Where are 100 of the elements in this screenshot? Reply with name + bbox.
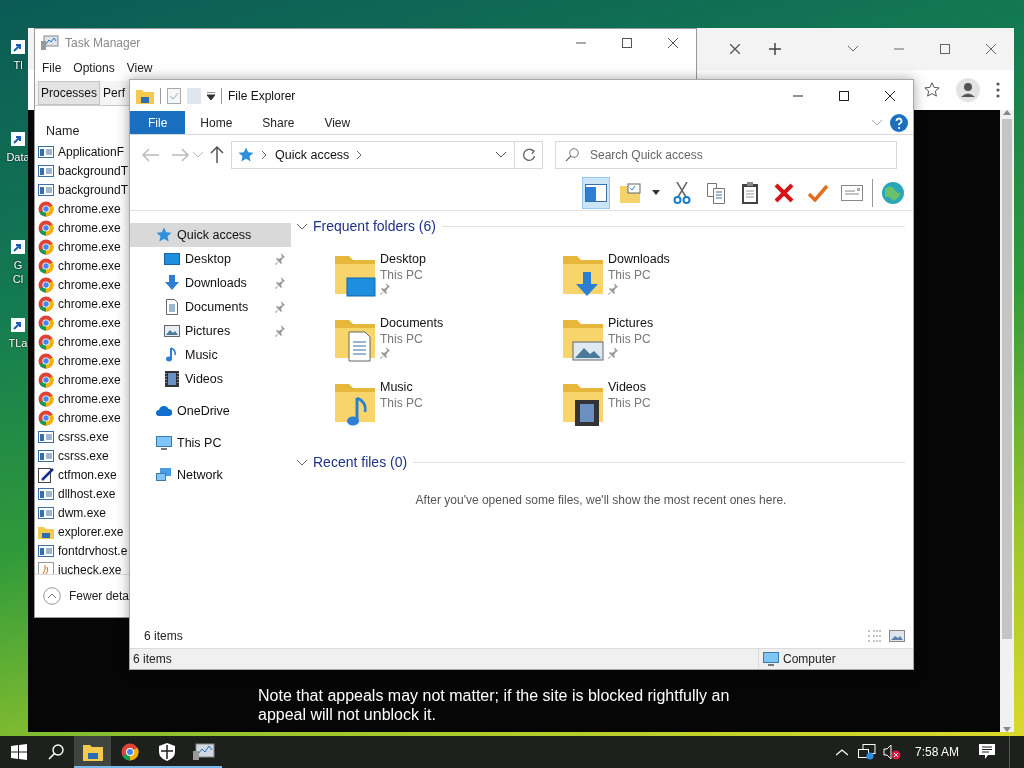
process-name[interactable]: backgroundT [58, 182, 129, 197]
chevron-down-icon[interactable] [297, 457, 307, 467]
menu-item[interactable]: File [36, 60, 68, 75]
column-header[interactable]: Name [46, 124, 80, 138]
help-icon[interactable] [890, 113, 908, 132]
ribbon-tab[interactable]: Share [247, 111, 310, 134]
collapse-icon[interactable] [43, 587, 61, 605]
browser-icon [38, 409, 54, 426]
process-name[interactable]: chrome.exe [58, 353, 121, 368]
process-name[interactable]: chrome.exe [58, 410, 121, 425]
scroll-up-icon[interactable] [1003, 110, 1011, 115]
sidebar-item[interactable]: Quick access [130, 223, 291, 247]
up-arrow-icon[interactable] [210, 146, 224, 164]
sidebar-item[interactable]: Music [130, 343, 291, 367]
sidebar-item[interactable]: Network [130, 463, 291, 487]
maximize-icon[interactable] [839, 90, 849, 101]
monitor-icon[interactable] [192, 743, 215, 761]
folder-tile[interactable]: Music This PC [333, 378, 561, 442]
process-name[interactable]: dwm.exe [58, 505, 107, 520]
thumbnail-view-icon[interactable] [889, 630, 905, 642]
chevron-down-icon[interactable] [297, 221, 307, 231]
maximize-icon[interactable] [622, 37, 632, 48]
chevron-down-icon[interactable] [496, 152, 506, 158]
process-name[interactable]: backgroundT [58, 163, 129, 178]
desktop-icon-label[interactable]: G Cl [12, 258, 24, 286]
process-name[interactable]: chrome.exe [58, 258, 121, 273]
refresh-icon[interactable] [521, 148, 536, 162]
process-name[interactable]: fontdrvhost.e [58, 543, 128, 558]
tab[interactable]: Perf [100, 81, 129, 105]
tab[interactable]: Processes [38, 81, 101, 105]
scrollbar[interactable] [1000, 110, 1014, 732]
chevron-down-icon[interactable] [848, 46, 858, 52]
section-header[interactable]: Recent files (0) [297, 453, 905, 471]
sidebar-item[interactable]: Downloads [130, 271, 291, 295]
menu-icon[interactable] [996, 82, 1000, 98]
process-name[interactable]: chrome.exe [58, 334, 121, 349]
folder-tile[interactable]: Pictures This PC [561, 314, 789, 378]
process-name[interactable]: ApplicationF [58, 144, 125, 159]
sidebar-item[interactable]: Pictures [130, 319, 291, 343]
menu-item[interactable]: View [120, 60, 159, 75]
folder-location: This PC [380, 267, 424, 283]
process-name[interactable]: csrss.exe [58, 429, 109, 444]
desktop-icon-label[interactable]: TLa [8, 336, 28, 350]
process-name[interactable]: chrome.exe [58, 296, 121, 311]
section-header[interactable]: Frequent folders (6) [297, 217, 905, 235]
process-name[interactable]: chrome.exe [58, 277, 121, 292]
process-name[interactable]: chrome.exe [58, 315, 121, 330]
sidebar-item[interactable]: This PC [130, 431, 291, 455]
search-icon[interactable] [47, 744, 64, 760]
process-name[interactable]: chrome.exe [58, 239, 121, 254]
window-icon [38, 143, 54, 160]
file-menu-button[interactable]: File [130, 111, 186, 134]
sidebar-item[interactable]: Desktop [130, 247, 291, 271]
plus-icon[interactable] [769, 43, 781, 55]
menu-item[interactable]: Options [67, 60, 121, 75]
ribbon-tab[interactable]: Home [185, 111, 248, 134]
process-name[interactable]: chrome.exe [58, 372, 121, 387]
process-name[interactable]: explorer.exe [58, 524, 124, 539]
shield-icon[interactable] [158, 743, 175, 761]
process-name[interactable]: chrome.exe [58, 220, 121, 235]
taskbar-app-button[interactable] [74, 736, 111, 768]
desktop-icon [164, 251, 180, 267]
scroll-down-icon[interactable] [1003, 727, 1011, 732]
search-field[interactable]: Search Quick access [555, 141, 897, 169]
process-name[interactable]: chrome.exe [58, 201, 121, 216]
close-icon[interactable] [730, 44, 740, 54]
avatar-icon[interactable] [956, 78, 980, 102]
sidebar-item[interactable]: Documents [130, 295, 291, 319]
sidebar-item[interactable]: Videos [130, 367, 291, 391]
process-name[interactable]: csrss.exe [58, 448, 109, 463]
network-icon[interactable] [858, 744, 877, 760]
browser-icon [38, 276, 54, 293]
preview-pane-icon [585, 183, 607, 202]
dropdown-icon[interactable] [207, 91, 215, 100]
address-bar[interactable]: Quick access [231, 141, 515, 169]
folder-icon[interactable] [82, 743, 103, 761]
ribbon-tab[interactable]: View [309, 111, 366, 134]
desktop-icon-label[interactable]: Tl [13, 58, 23, 72]
close-icon[interactable] [885, 90, 895, 101]
folder-tile[interactable]: Downloads This PC [561, 250, 789, 314]
close-icon[interactable] [668, 37, 678, 48]
process-name[interactable]: iucheck.exe [58, 562, 122, 574]
process-name[interactable]: dllhost.exe [58, 486, 116, 501]
star-icon[interactable] [924, 82, 940, 98]
scrollbar-thumb[interactable] [1002, 119, 1012, 639]
chevron-up-icon[interactable] [836, 748, 849, 756]
breadcrumb-item[interactable]: Quick access [275, 148, 350, 162]
folder-tile[interactable]: Desktop This PC [333, 250, 561, 314]
check-document-icon[interactable] [167, 87, 181, 104]
muted-speaker-icon[interactable] [883, 744, 902, 760]
refresh-button[interactable] [515, 141, 543, 169]
process-name[interactable]: chrome.exe [58, 391, 121, 406]
folder-tile[interactable]: Documents This PC [333, 314, 561, 378]
notifications-icon[interactable] [979, 744, 995, 760]
windows-logo-icon[interactable] [10, 744, 27, 760]
clock[interactable]: 7:58 AM [914, 745, 959, 759]
browser-icon[interactable] [120, 743, 139, 761]
process-name[interactable]: ctfmon.exe [58, 467, 117, 482]
sidebar-item[interactable]: OneDrive [130, 399, 291, 423]
folder-tile[interactable]: Videos This PC [561, 378, 789, 442]
